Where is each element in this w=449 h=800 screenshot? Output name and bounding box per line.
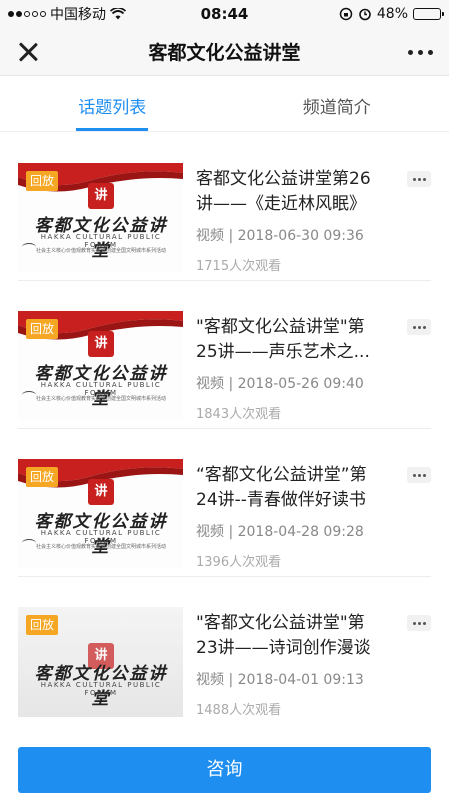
battery-percent: 48% (376, 6, 408, 22)
replay-badge: 回放 (26, 319, 58, 339)
list-item[interactable]: 讲 客都文化公益讲堂 HAKKA CULTURAL PUBLIC FORUM 社… (0, 429, 449, 577)
item-more-icon[interactable] (407, 615, 431, 631)
status-bar: 中国移动 08:44 48% (0, 0, 449, 28)
item-meta: 视频 | 2018-06-30 09:36 (196, 228, 364, 244)
item-more-icon[interactable] (407, 319, 431, 335)
status-right: 48% (281, 6, 444, 22)
orientation-lock-icon (339, 7, 353, 21)
tab-topic-list[interactable]: 话题列表 (0, 76, 225, 131)
replay-badge: 回放 (26, 171, 58, 191)
list-item[interactable]: 讲 客都文化公益讲堂 HAKKA CULTURAL PUBLIC FORUM 回… (0, 577, 449, 725)
status-time: 08:44 (200, 5, 249, 23)
tab-bar: 话题列表 频道简介 (0, 76, 449, 132)
seal-logo: 讲 (88, 183, 114, 209)
item-views: 1396人次观看 (196, 555, 282, 570)
item-title[interactable]: 客都文化公益讲堂第26讲——《走近林风眠》 (196, 167, 376, 217)
seal-logo: 讲 (88, 479, 114, 505)
signal-strength-icon (8, 11, 46, 17)
item-title[interactable]: "客都文化公益讲堂"第23讲——诗词创作漫谈 (196, 611, 376, 661)
item-title[interactable]: “客都文化公益讲堂”第24讲--青春做伴好读书 (196, 463, 376, 513)
consult-button[interactable]: 咨询 (18, 747, 431, 793)
item-views: 1843人次观看 (196, 407, 282, 422)
item-meta: 视频 | 2018-04-01 09:13 (196, 672, 364, 688)
carrier-area: 中国移动 (8, 4, 168, 24)
seal-logo: 讲 (88, 331, 114, 357)
bottom-bar: 咨询 (0, 740, 449, 800)
item-title[interactable]: "客都文化公益讲堂"第25讲——声乐艺术之... (196, 315, 376, 365)
close-icon[interactable] (14, 38, 42, 66)
item-more-icon[interactable] (407, 467, 431, 483)
thumbnail-english-text: HAKKA CULTURAL PUBLIC FORUM (40, 681, 162, 697)
battery-icon (413, 8, 444, 20)
thumbnail-subtitle-text: 社会主义核心价值观教育实践暨创建全国文明城市系列活动 (35, 248, 166, 254)
wifi-icon (110, 8, 126, 20)
thumbnail-subtitle-text: 社会主义核心价值观教育实践暨创建全国文明城市系列活动 (35, 544, 166, 550)
item-more-icon[interactable] (407, 171, 431, 187)
list-item[interactable]: 讲 客都文化公益讲堂 HAKKA CULTURAL PUBLIC FORUM 社… (0, 133, 449, 281)
list-item[interactable]: 讲 客都文化公益讲堂 HAKKA CULTURAL PUBLIC FORUM 社… (0, 281, 449, 429)
topic-list: 讲 客都文化公益讲堂 HAKKA CULTURAL PUBLIC FORUM 社… (0, 133, 449, 740)
page-title: 客都文化公益讲堂 (148, 42, 301, 64)
alarm-icon (359, 8, 371, 21)
navigation-bar: 客都文化公益讲堂 (0, 28, 449, 76)
carrier-name: 中国移动 (50, 7, 106, 23)
tab-channel-intro[interactable]: 频道简介 (225, 76, 449, 131)
replay-badge: 回放 (26, 615, 58, 635)
replay-badge: 回放 (26, 467, 58, 487)
thumbnail-subtitle-text: 社会主义核心价值观教育实践暨创建全国文明城市系列活动 (35, 396, 166, 402)
item-meta: 视频 | 2018-05-26 09:40 (196, 376, 364, 392)
item-meta: 视频 | 2018-04-28 09:28 (196, 524, 364, 540)
item-views: 1488人次观看 (196, 703, 282, 718)
more-options-icon[interactable] (408, 42, 433, 62)
item-views: 1715人次观看 (196, 259, 282, 274)
